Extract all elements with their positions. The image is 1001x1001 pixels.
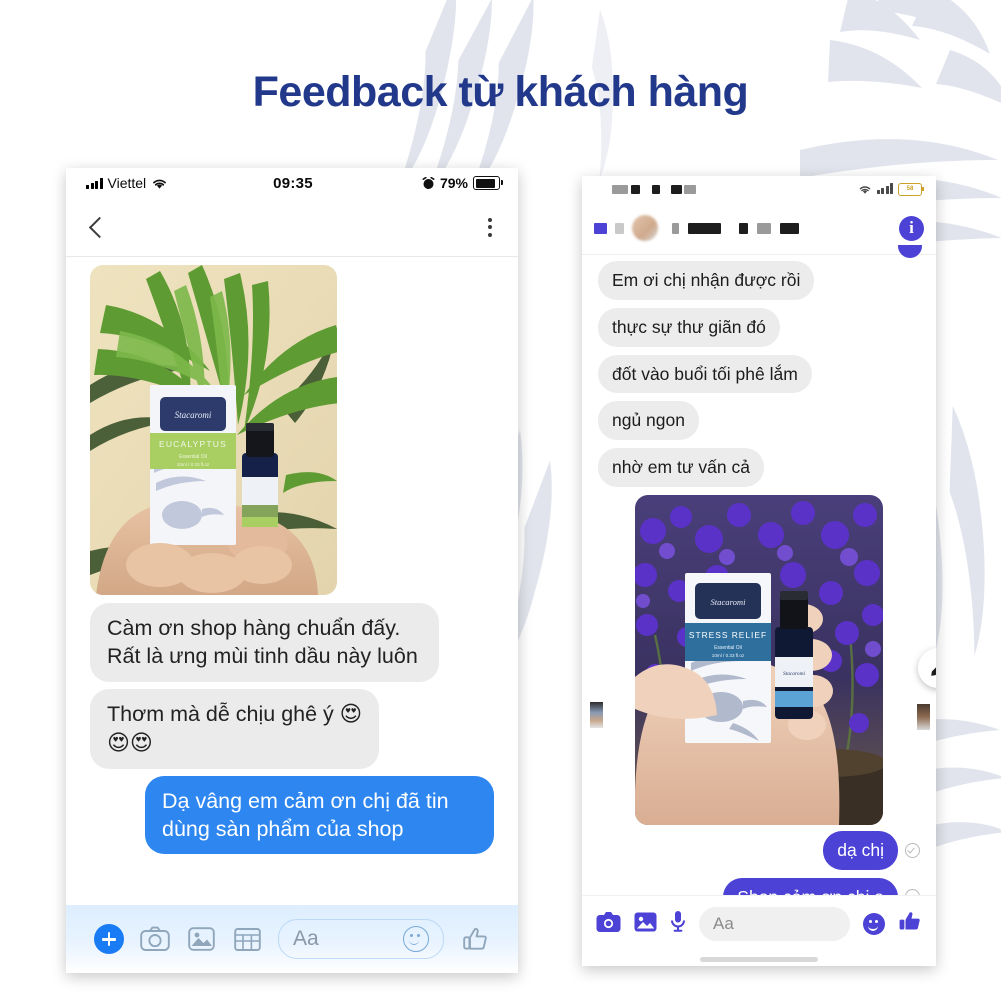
left-composer: Aa [66, 905, 518, 973]
message-text: Thơm mà dễ chịu ghê ý 😍 [107, 701, 363, 726]
microphone-icon[interactable] [670, 910, 686, 938]
message-row: đốt vào buổi tối phê lắm [582, 354, 936, 394]
right-status-bar: 58 [582, 176, 936, 202]
chevron-left-icon[interactable] [594, 222, 607, 234]
battery-icon [473, 176, 503, 190]
info-icon[interactable]: i [899, 215, 924, 241]
contact-name-redacted [688, 222, 721, 234]
message-row: nhờ em tư vấn cả [582, 448, 936, 487]
message-input[interactable]: Aa [699, 907, 850, 941]
svg-text:Essential Oil: Essential Oil [179, 454, 207, 460]
blurred-thumbnail [590, 702, 603, 728]
redacted-block [612, 184, 628, 194]
input-placeholder: Aa [713, 914, 734, 933]
message-bubble-incoming[interactable]: Càm ơn shop hàng chuẩn đấy. Rất là ưng m… [90, 603, 439, 682]
message-row: dạ chị [582, 830, 936, 870]
redacted-block [615, 222, 624, 234]
message-bubble-incoming[interactable]: ngủ ngon [598, 401, 699, 440]
message-bubble-incoming[interactable]: Em ơi chị nhận được rồi [598, 261, 815, 300]
reaction-badge [898, 245, 922, 258]
plus-circle-icon[interactable] [86, 924, 132, 954]
svg-text:Stacaromi: Stacaromi [175, 410, 212, 420]
home-indicator [700, 957, 818, 962]
signal-bars-icon [86, 177, 103, 189]
gallery-icon[interactable] [178, 926, 224, 952]
message-row: ngủ ngon [582, 401, 936, 440]
delivered-status-icon [905, 842, 920, 858]
signal-bars-icon [876, 183, 893, 194]
customer-photo-stress-relief[interactable]: Stacaromi STRESS RELIEF Essential Oil 10… [635, 494, 883, 825]
battery-percent-label: 58 [906, 186, 914, 192]
redacted-block [671, 184, 682, 194]
svg-text:STRESS RELIEF: STRESS RELIEF [689, 630, 767, 640]
message-row: Em ơi chị nhận được rồi [582, 261, 936, 300]
redacted-block [631, 184, 640, 194]
kebab-menu-icon[interactable] [488, 217, 492, 237]
gallery-icon[interactable] [634, 911, 657, 938]
message-bubble-incoming[interactable]: Thơm mà dễ chịu ghê ý 😍 😍😍 [90, 688, 380, 769]
thumbs-up-icon[interactable] [452, 926, 498, 953]
wifi-icon [859, 185, 870, 194]
input-placeholder: Aa [293, 927, 319, 950]
message-bubble-outgoing[interactable]: dạ chị [823, 830, 898, 870]
redacted-block [652, 184, 660, 194]
svg-text:10ml / 0.33 fl.oz: 10ml / 0.33 fl.oz [712, 653, 745, 658]
message-input[interactable]: Aa [278, 919, 444, 959]
svg-text:Stacaromi: Stacaromi [710, 597, 746, 607]
left-message-thread: Stacaromi EUCALYPTUS Essential Oil 10ml … [66, 257, 518, 855]
page-title: Feedback từ khách hàng [252, 68, 749, 116]
svg-text:EUCALYPTUS: EUCALYPTUS [159, 439, 227, 449]
smiley-icon[interactable] [403, 926, 429, 952]
thumbs-up-icon[interactable] [898, 910, 922, 938]
message-row: Thơm mà dễ chịu ghê ý 😍 😍😍 [66, 688, 518, 769]
redacted-block [780, 222, 799, 234]
message-bubble-incoming[interactable]: đốt vào buổi tối phê lắm [598, 354, 812, 394]
battery-icon: 58 [898, 182, 924, 196]
right-nav-bar: i [582, 202, 936, 255]
redacted-block [672, 222, 679, 234]
smiley-icon[interactable] [863, 913, 885, 935]
carrier-label: Viettel [107, 175, 147, 191]
battery-percent-label: 79% [439, 175, 468, 191]
pencil-icon [930, 666, 936, 676]
wifi-icon [153, 179, 167, 189]
left-nav-bar [66, 198, 518, 257]
avatar[interactable] [632, 215, 658, 241]
message-bubble-incoming[interactable]: nhờ em tư vấn cả [598, 448, 764, 487]
message-row: Càm ơn shop hàng chuẩn đấy. Rất là ưng m… [66, 603, 518, 682]
right-phone-screenshot: 58 i Em ơi chị nhận được rồi thực sự thư… [582, 176, 936, 966]
svg-text:10ml / 0.33 fl.oz: 10ml / 0.33 fl.oz [177, 462, 210, 467]
chevron-left-icon[interactable] [88, 216, 111, 238]
message-bubble-incoming[interactable]: thực sự thư giãn đó [598, 307, 780, 347]
redacted-block [739, 222, 748, 234]
left-status-bar: Viettel 09:35 79% [66, 168, 518, 198]
message-row: Dạ vâng em cảm ơn chị đã tin dùng sàn ph… [66, 775, 518, 855]
grid-icon[interactable] [224, 927, 270, 952]
message-bubble-outgoing[interactable]: Dạ vâng em cảm ơn chị đã tin dùng sàn ph… [145, 775, 494, 855]
blurred-thumbnail [917, 704, 930, 730]
customer-photo-eucalyptus[interactable]: Stacaromi EUCALYPTUS Essential Oil 10ml … [90, 265, 337, 595]
redacted-block [684, 184, 696, 194]
svg-text:Stacaromi: Stacaromi [783, 671, 805, 677]
right-composer: Aa [582, 895, 936, 952]
left-phone-screenshot: Viettel 09:35 79% Stacaromi EUCALYPTUS E… [66, 168, 518, 973]
camera-icon[interactable] [596, 911, 621, 938]
message-row: thực sự thư giãn đó [582, 307, 936, 347]
camera-icon[interactable] [132, 926, 178, 952]
redacted-block [757, 222, 771, 234]
right-message-thread: Em ơi chị nhận được rồi thực sự thư giãn… [582, 245, 936, 917]
message-emoji: 😍😍 [107, 730, 153, 756]
alarm-clock-icon [422, 176, 435, 189]
clock-time: 09:35 [273, 174, 313, 192]
svg-text:Essential Oil: Essential Oil [714, 645, 742, 651]
